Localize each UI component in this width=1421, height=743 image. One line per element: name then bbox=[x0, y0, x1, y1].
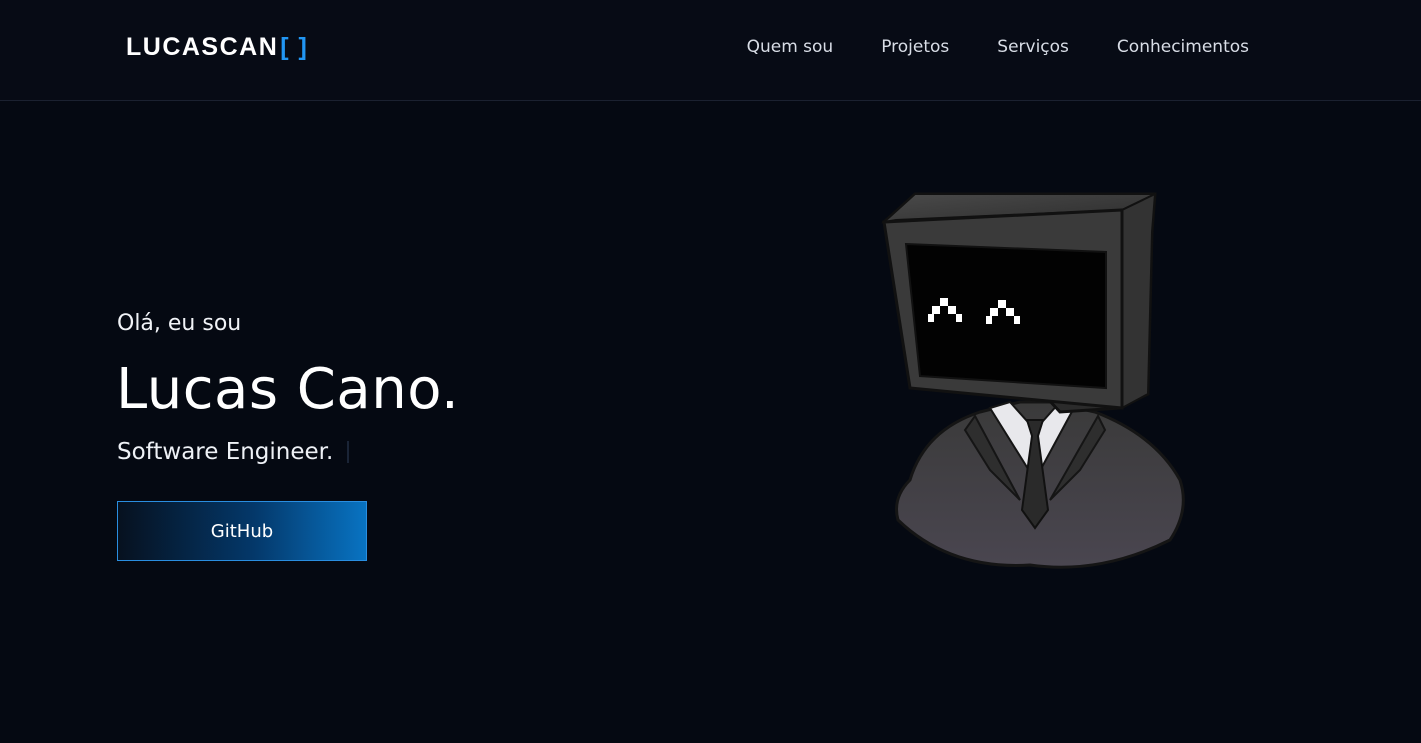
nav-link-quem-sou[interactable]: Quem sou bbox=[747, 35, 834, 59]
github-button[interactable]: GitHub bbox=[117, 501, 367, 561]
nav-link-projetos[interactable]: Projetos bbox=[881, 35, 949, 59]
monitor-head-avatar-icon bbox=[880, 192, 1185, 569]
nav-menu: Quem sou Projetos Serviços Conhecimentos bbox=[747, 35, 1249, 59]
logo-text: LUCASCAN bbox=[126, 33, 279, 61]
navbar: LUCASCAN[ ] Quem sou Projetos Serviços C… bbox=[0, 0, 1421, 101]
logo-bracket: [ ] bbox=[280, 33, 309, 61]
hero-greeting: Olá, eu sou bbox=[117, 311, 242, 336]
hero-name: Lucas Cano. bbox=[116, 357, 460, 422]
hero-role-line: Software Engineer. bbox=[117, 436, 350, 468]
hero-role: Software Engineer. bbox=[117, 439, 334, 465]
nav-link-conhecimentos[interactable]: Conhecimentos bbox=[1117, 35, 1249, 59]
site-logo[interactable]: LUCASCAN[ ] bbox=[126, 30, 308, 64]
typing-cursor bbox=[347, 441, 350, 463]
nav-link-servicos[interactable]: Serviços bbox=[997, 35, 1069, 59]
